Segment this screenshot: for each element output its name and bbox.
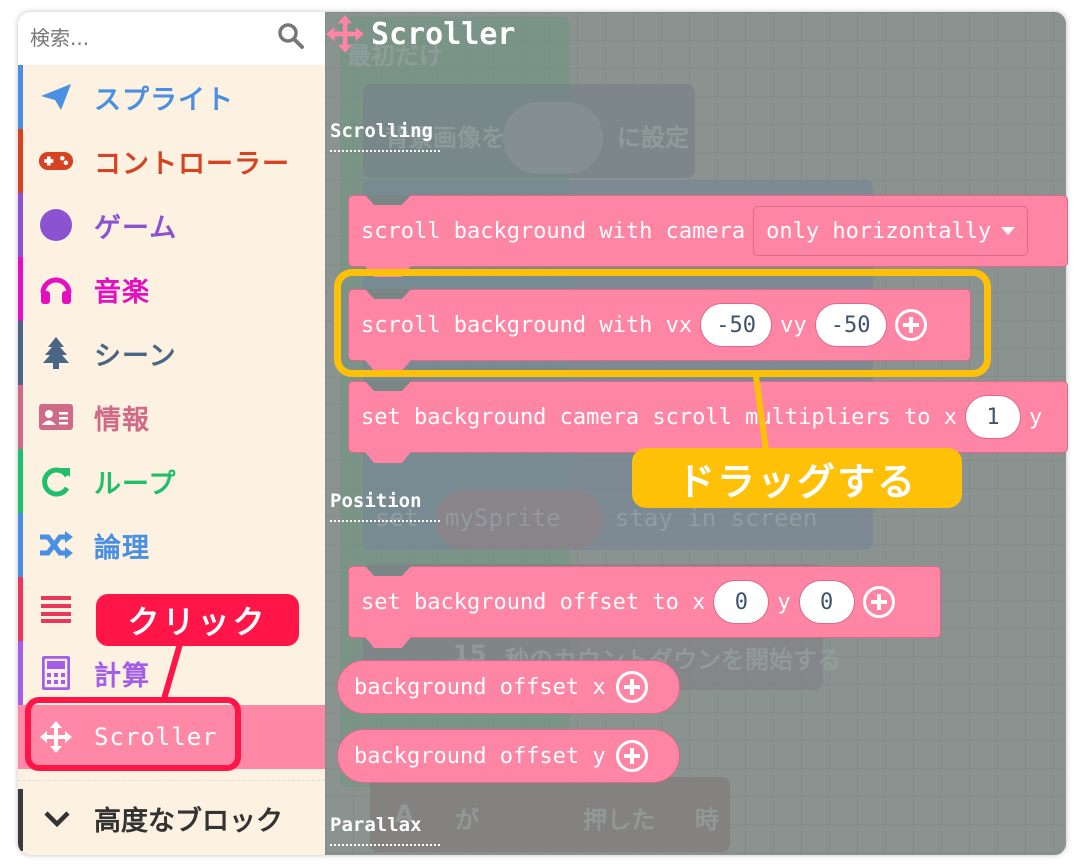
caret-down-icon — [1001, 227, 1016, 235]
flyout-header: Scroller — [325, 14, 516, 54]
section-scrolling: Scrolling — [330, 120, 440, 152]
tree-icon — [38, 335, 74, 371]
pressed-label: 押した — [583, 806, 655, 834]
category-scene[interactable]: シーン — [18, 321, 325, 385]
id-card-icon — [38, 399, 74, 435]
advanced-blocks-toggle[interactable]: 高度なブロック — [18, 780, 325, 855]
category-label: 論理 — [94, 532, 150, 564]
chevron-down-icon — [44, 811, 70, 828]
category-color-bar — [18, 65, 23, 129]
category-loops[interactable]: ループ — [18, 449, 325, 513]
block-text: background offset y — [354, 743, 606, 769]
dropdown-value: only horizontally — [766, 218, 992, 244]
flyout-title: Scroller — [371, 16, 516, 52]
image-picker — [503, 102, 603, 174]
block-background-offset-y[interactable]: background offset y — [337, 729, 680, 783]
category-math[interactable]: 計算 — [18, 641, 325, 705]
block-text: set background camera scroll multipliers… — [361, 404, 958, 430]
category-label: ゲーム — [94, 212, 178, 244]
list-icon — [38, 591, 74, 627]
category-label: スプライト — [94, 84, 234, 116]
category-sprites[interactable]: スプライト — [18, 65, 325, 129]
category-logic[interactable]: 論理 — [18, 513, 325, 577]
click-highlight-box — [25, 697, 241, 771]
category-color-bar — [18, 385, 23, 449]
category-info[interactable]: 情報 — [18, 385, 325, 449]
block-text: scroll background with camera — [361, 218, 746, 244]
direction-dropdown[interactable]: only horizontally — [753, 206, 1029, 256]
offset-y-input[interactable]: 0 — [798, 580, 855, 624]
shuffle-icon — [38, 527, 74, 563]
category-label: ループ — [94, 468, 177, 500]
category-color-bar — [18, 129, 23, 193]
headphones-icon — [38, 271, 74, 307]
refresh-icon — [38, 463, 74, 499]
section-label: Position — [330, 490, 422, 512]
circle-icon — [38, 207, 74, 243]
category-label: 情報 — [94, 404, 150, 436]
add-plus-icon[interactable] — [615, 740, 648, 772]
offset-x-input[interactable]: 0 — [713, 580, 770, 624]
paper-plane-icon — [38, 79, 74, 115]
block-notch — [365, 195, 411, 205]
category-music[interactable]: 音楽 — [18, 257, 325, 321]
gamepad-icon — [38, 143, 74, 179]
y-label: y — [1029, 404, 1043, 430]
block-text: background offset x — [354, 674, 606, 700]
category-color-bar — [18, 577, 23, 641]
sprite-var-label: mySprite — [445, 504, 561, 532]
section-parallax: Parallax — [330, 814, 440, 846]
block-text: set background offset to x — [361, 589, 706, 615]
block-notch — [365, 381, 411, 391]
category-color-bar — [18, 641, 23, 705]
y-label: y — [777, 589, 791, 615]
section-underline — [330, 520, 440, 522]
section-underline — [330, 150, 440, 152]
block-set-background-offset[interactable]: set background offset to x 0 y 0 — [348, 566, 941, 648]
add-plus-icon[interactable] — [615, 671, 648, 703]
category-controller[interactable]: コントローラー — [18, 129, 325, 193]
drag-highlight-box — [334, 269, 991, 377]
drag-callout: ドラッグする — [632, 448, 962, 508]
category-label: シーン — [94, 340, 177, 372]
category-label: 計算 — [94, 660, 150, 692]
stay-in-screen-label: stay in screen — [615, 504, 818, 532]
calculator-icon — [38, 655, 74, 691]
section-label: Scrolling — [330, 120, 433, 142]
category-label: コントローラー — [94, 148, 290, 180]
category-color-bar — [18, 321, 23, 385]
block-camera-scroll-multipliers[interactable]: set background camera scroll multipliers… — [348, 381, 1068, 463]
category-game[interactable]: ゲーム — [18, 193, 325, 257]
button-label: が — [455, 806, 479, 834]
search-input[interactable]: 検索... — [30, 22, 89, 51]
advanced-label: 高度なブロック — [94, 806, 283, 837]
category-color-bar — [18, 513, 23, 577]
move-icon — [326, 15, 364, 53]
category-color-bar — [18, 789, 23, 851]
block-scroll-with-camera[interactable]: scroll background with camera only horiz… — [348, 195, 1068, 277]
category-color-bar — [18, 449, 23, 513]
section-underline — [330, 844, 440, 846]
section-position: Position — [330, 490, 440, 522]
category-color-bar — [18, 193, 23, 257]
category-label: 音楽 — [94, 276, 150, 308]
block-notch — [365, 566, 411, 576]
when-label: 時 — [695, 806, 719, 834]
category-color-bar — [18, 257, 23, 321]
add-plus-icon[interactable] — [862, 586, 895, 618]
x-multiplier-input[interactable]: 1 — [965, 395, 1022, 439]
click-callout: クリック — [96, 594, 299, 646]
section-label: Parallax — [330, 814, 422, 836]
block-background-offset-x[interactable]: background offset x — [337, 660, 680, 714]
search-box[interactable]: 検索... — [18, 12, 325, 65]
set-bg-image-post: に設定 — [617, 124, 689, 152]
search-icon[interactable] — [277, 22, 305, 50]
